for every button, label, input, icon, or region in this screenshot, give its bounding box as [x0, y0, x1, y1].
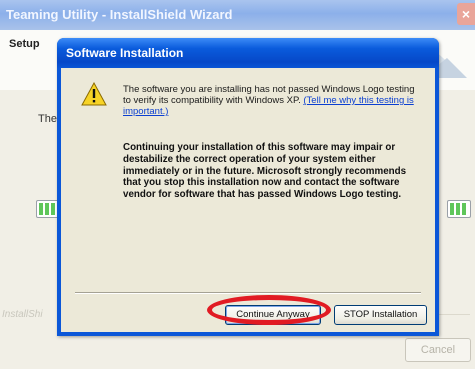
- dialog-client-area: The software you are installing has not …: [61, 68, 435, 332]
- stop-installation-button[interactable]: STOP Installation: [334, 305, 427, 325]
- continue-anyway-button[interactable]: Continue Anyway: [225, 305, 321, 325]
- warning-message: Continuing your installation of this sof…: [123, 142, 407, 201]
- background-window-title: Teaming Utility - InstallShield Wizard: [6, 7, 233, 22]
- warning-triangle-icon: [81, 82, 107, 106]
- compatibility-message: The software you are installing has not …: [123, 84, 418, 117]
- background-close-button[interactable]: ×: [457, 3, 475, 25]
- dialog-title: Software Installation: [66, 46, 184, 60]
- progress-bar-end: [447, 200, 471, 218]
- cancel-button[interactable]: Cancel: [405, 338, 471, 362]
- installshield-brand-label: InstallShi: [2, 309, 43, 320]
- dialog-titlebar[interactable]: Software Installation: [57, 38, 439, 68]
- software-installation-dialog: Software Installation The software you a…: [57, 38, 439, 336]
- background-titlebar: Teaming Utility - InstallShield Wizard: [0, 0, 475, 30]
- background-header-label: Setup: [9, 38, 40, 50]
